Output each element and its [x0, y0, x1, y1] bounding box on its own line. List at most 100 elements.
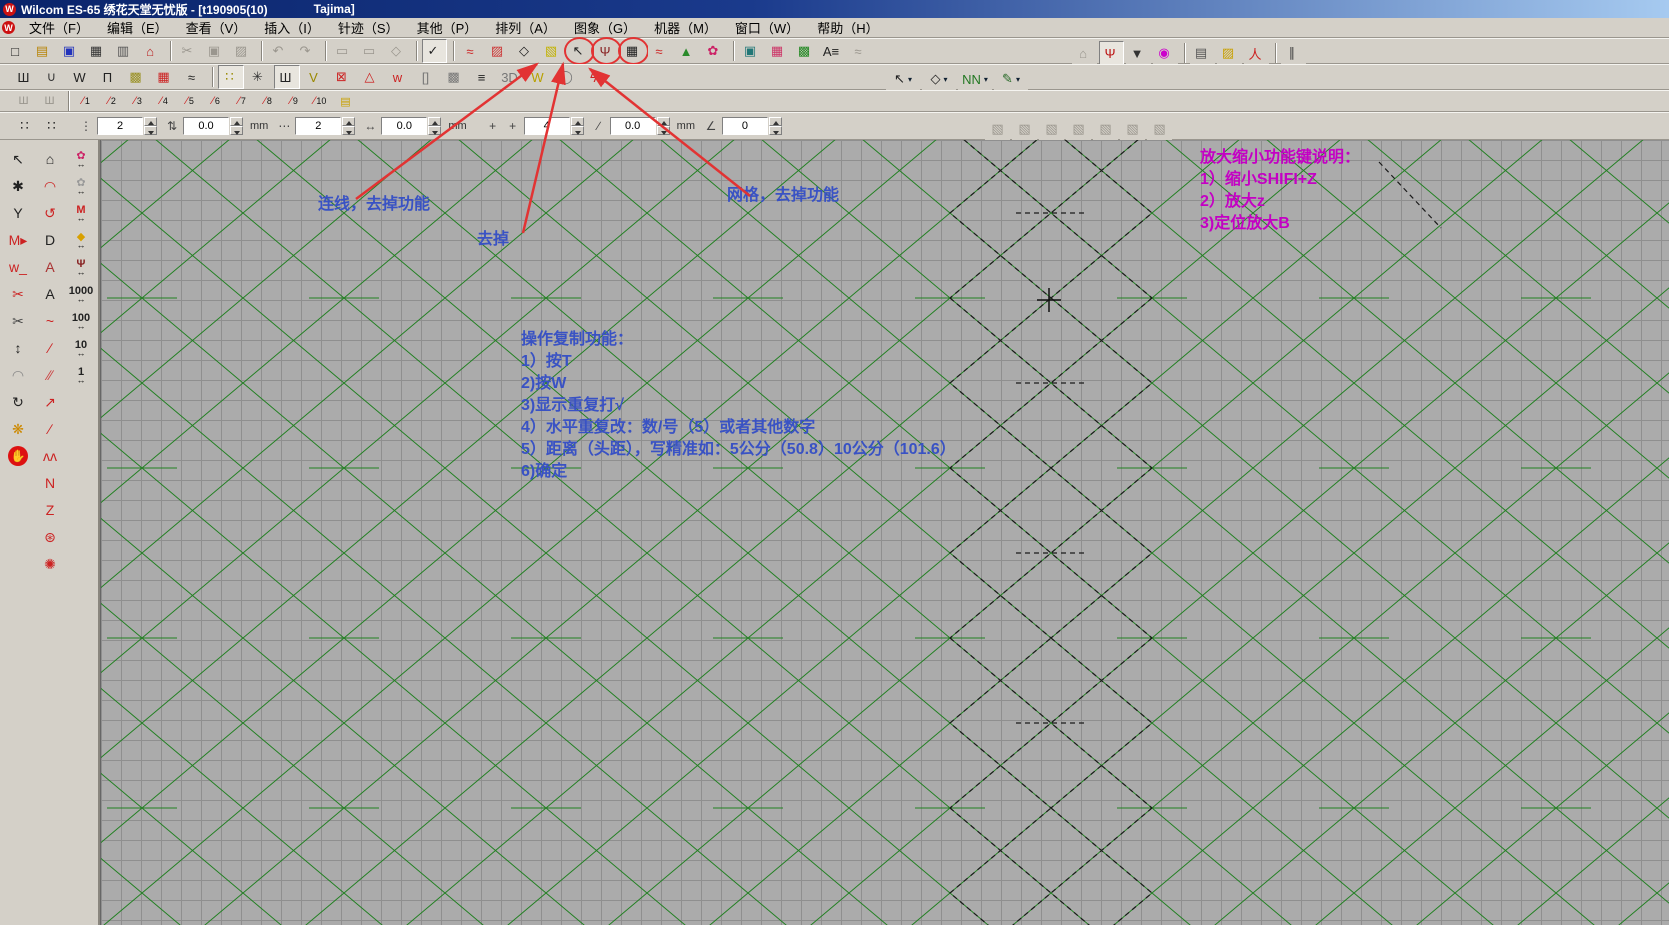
- new-file-button[interactable]: □: [4, 39, 29, 63]
- reshape-preset-1-button[interactable]: ▧: [985, 117, 1010, 141]
- needle-3-button[interactable]: ⁄3: [126, 91, 150, 111]
- menu-insert[interactable]: 插入（I）: [255, 17, 329, 38]
- menu-window[interactable]: 窗口（W）: [726, 17, 808, 38]
- needle-1-button[interactable]: ⁄1: [74, 91, 98, 111]
- thread-colors-b-button[interactable]: Ш: [38, 91, 62, 111]
- rotate-hoop-tool[interactable]: ↻: [3, 389, 33, 414]
- horizontal-spacing-input[interactable]: 0.0: [381, 117, 427, 135]
- dome-edit-tool[interactable]: ◠: [35, 173, 65, 198]
- needle-point-toggle-button[interactable]: Ψ: [594, 39, 619, 63]
- reshape-node-tool[interactable]: Y: [3, 200, 33, 225]
- print-button[interactable]: ▦: [85, 39, 110, 63]
- knife-bars-button[interactable]: ∥: [1281, 41, 1306, 65]
- scale-10-tool[interactable]: 10↔: [66, 335, 96, 360]
- dart-needle-button[interactable]: ▼: [1126, 41, 1151, 65]
- stitch-type-dropdown-button[interactable]: NN▾: [958, 67, 992, 91]
- vertical-spacing-spinner[interactable]: [230, 117, 243, 135]
- z-stitch-tool[interactable]: Z: [35, 497, 65, 522]
- vertical-count-spinner[interactable]: [144, 117, 157, 135]
- reshape-preset-3-button[interactable]: ▧: [1039, 117, 1064, 141]
- stitch-edit-tool[interactable]: M▸: [3, 227, 33, 252]
- bracket-fill-button[interactable]: []: [414, 65, 440, 89]
- slant-input[interactable]: 0.0: [610, 117, 656, 135]
- print-preview-button[interactable]: ▥: [112, 39, 137, 63]
- horizontal-spacing-spinner[interactable]: [428, 117, 441, 135]
- needle-2-button[interactable]: ⁄2: [100, 91, 124, 111]
- flower-outline-tool[interactable]: ✿↔: [66, 173, 96, 198]
- reshape-dropdown-button[interactable]: ◇▾: [922, 67, 956, 91]
- oval-tool-button[interactable]: ◯: [554, 65, 580, 89]
- thread-light-tool[interactable]: ❋: [3, 416, 33, 441]
- lettering-tool[interactable]: A: [35, 281, 65, 306]
- zigzag-stitch-button[interactable]: W: [68, 65, 94, 89]
- reshape-preset-7-button[interactable]: ▧: [1147, 117, 1172, 141]
- mw-run-tool[interactable]: M↔: [66, 200, 96, 225]
- pattern-fill-button[interactable]: ▩: [124, 65, 150, 89]
- wave-fill-button[interactable]: ≈: [180, 65, 206, 89]
- connector-toggle-button[interactable]: ↖: [567, 39, 592, 63]
- grid-ref-b-button[interactable]: ∷: [39, 114, 64, 138]
- shortcut-keys-button[interactable]: ▤: [1190, 41, 1215, 65]
- flat-lines-button[interactable]: ≡: [470, 65, 496, 89]
- color-folder-button[interactable]: ▤: [334, 91, 358, 111]
- triangle-fill-button[interactable]: △: [358, 65, 384, 89]
- select-tool[interactable]: ↖: [3, 146, 33, 171]
- grid-ref-a-button[interactable]: ∷: [12, 114, 37, 138]
- segment-run-tool[interactable]: ∕: [35, 416, 65, 441]
- needle-gap-tool[interactable]: Ψ↔: [66, 254, 96, 279]
- design-notes-button[interactable]: ▨: [1217, 41, 1242, 65]
- pen-dropdown-button[interactable]: ✎▾: [994, 67, 1028, 91]
- artwork-view-button[interactable]: ▲: [675, 39, 700, 63]
- hatch-fill-button[interactable]: ▨: [486, 39, 511, 63]
- scale-100-tool[interactable]: 100↔: [66, 308, 96, 333]
- menu-other[interactable]: 其他（P）: [408, 17, 487, 38]
- stitch-view-button[interactable]: ≈: [648, 39, 673, 63]
- needle-10-button[interactable]: ⁄10: [308, 91, 332, 111]
- select-box-button[interactable]: ▭: [331, 39, 356, 63]
- menu-machine[interactable]: 机器（M）: [645, 17, 726, 38]
- spool-tool[interactable]: ◆↔: [66, 227, 96, 252]
- measure-tool[interactable]: w_: [3, 254, 33, 279]
- magenta-target-button[interactable]: ◉: [1153, 41, 1178, 65]
- lattice-fill-button[interactable]: ▦: [152, 65, 178, 89]
- needle-scissors-tool[interactable]: ✂: [3, 308, 33, 333]
- lettering-button[interactable]: A≡: [820, 39, 845, 63]
- arrow-run-tool[interactable]: ↗: [35, 389, 65, 414]
- column-stitch-button[interactable]: Ш: [274, 65, 300, 89]
- hoop-toggle-button[interactable]: ⌂: [1072, 41, 1097, 65]
- reshape-object-tool[interactable]: ⌂: [35, 146, 65, 171]
- wheel-fill-tool[interactable]: ✺: [35, 551, 65, 576]
- e-stitch-button[interactable]: ∪: [40, 65, 66, 89]
- flame-stitch-button[interactable]: ϟ: [582, 65, 608, 89]
- manual-stitch-button[interactable]: w: [386, 65, 412, 89]
- repeat-count-spinner[interactable]: [571, 117, 584, 135]
- needle-4-button[interactable]: ⁄4: [152, 91, 176, 111]
- reshape-preset-6-button[interactable]: ▧: [1120, 117, 1145, 141]
- tatami-stitch-button[interactable]: Π: [96, 65, 122, 89]
- soft-fill-button[interactable]: ▧: [540, 39, 565, 63]
- monogram-tool[interactable]: A: [35, 254, 65, 279]
- n-stitch-tool[interactable]: N: [35, 470, 65, 495]
- circle-star-tool[interactable]: ⊛: [35, 524, 65, 549]
- outline-letter-tool[interactable]: D: [35, 227, 65, 252]
- reshape-preset-4-button[interactable]: ▧: [1066, 117, 1091, 141]
- star-burst-button[interactable]: ✳: [246, 65, 272, 89]
- select-dropdown-button[interactable]: ↖▾: [886, 67, 920, 91]
- bitmap-toggle-button[interactable]: ▣: [739, 39, 764, 63]
- needle-8-button[interactable]: ⁄8: [256, 91, 280, 111]
- save-file-button[interactable]: ▣: [58, 39, 83, 63]
- thread-film-button[interactable]: ▦: [766, 39, 791, 63]
- copy-button[interactable]: ▣: [203, 39, 228, 63]
- group-select-button[interactable]: ▭: [358, 39, 383, 63]
- menu-stitch[interactable]: 针迹（S）: [329, 17, 408, 38]
- reshape-select-button[interactable]: ◇: [385, 39, 410, 63]
- satin-stitch-button[interactable]: Ш: [12, 65, 38, 89]
- vertical-spacing-input[interactable]: 0.0: [183, 117, 229, 135]
- needle-9-button[interactable]: ⁄9: [282, 91, 306, 111]
- scale-1-tool[interactable]: 1↔: [66, 362, 96, 387]
- sewing-machine-button[interactable]: ⌂: [139, 39, 164, 63]
- menu-image[interactable]: 图象（G）: [565, 17, 645, 38]
- mirror-people-button[interactable]: 人: [1244, 41, 1269, 65]
- horizontal-count-input[interactable]: 2: [295, 117, 341, 135]
- stop-hand-tool[interactable]: ✋: [3, 443, 33, 468]
